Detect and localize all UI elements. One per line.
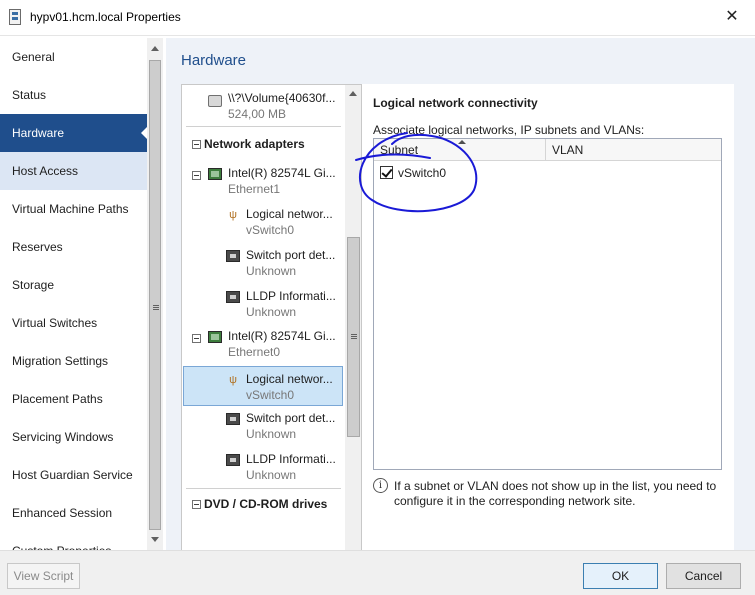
sidebar-item-general[interactable]: General (0, 38, 148, 76)
logical-network-icon: ψ (229, 209, 237, 221)
tree-scrollbar[interactable] (345, 85, 361, 561)
adapter-sub: Ethernet0 (228, 345, 281, 359)
dvd-drives-header[interactable]: DVD / CD-ROM drives (204, 497, 327, 511)
sidebar-item-host-guardian-service[interactable]: Host Guardian Service (0, 456, 148, 494)
tree-item-logical-network[interactable]: ψ Logical networ... vSwitch0 (182, 204, 345, 238)
tree-item-logical-network-selected[interactable]: ψ Logical networ... vSwitch0 (183, 366, 343, 406)
lldp-icon (226, 291, 240, 303)
sidebar-item-migration-settings[interactable]: Migration Settings (0, 342, 148, 380)
disk-icon (208, 95, 222, 107)
column-header-vlan[interactable]: VLAN (546, 139, 721, 161)
scroll-up-icon[interactable] (151, 46, 159, 51)
sidebar-item-custom-properties[interactable]: Custom Properties (0, 532, 148, 550)
row-label: vSwitch0 (398, 166, 447, 180)
tree-item-adapter-ethernet0[interactable]: Intel(R) 82574L Gi... Ethernet0 (182, 326, 345, 360)
hardware-tree: \\?\Volume{40630f... 524,00 MB Network a… (181, 84, 362, 562)
subnet-label: Subnet (380, 143, 419, 157)
tree-item-lldp[interactable]: LLDP Informati... Unknown (182, 286, 345, 320)
vswitch0-checkbox[interactable] (380, 166, 393, 179)
sidebar-item-servicing-windows[interactable]: Servicing Windows (0, 418, 148, 456)
view-script-button[interactable]: View Script (7, 563, 80, 589)
sidebar-item-hardware[interactable]: Hardware (0, 114, 148, 152)
grid-header: Subnet VLAN (374, 139, 721, 161)
volume-size: 524,00 MB (228, 107, 287, 121)
logical-network-grid: Subnet VLAN vSwitch0 (373, 138, 722, 470)
sort-ascending-icon (458, 140, 466, 144)
sidebar-item-status[interactable]: Status (0, 76, 148, 114)
sidebar-item-virtual-machine-paths[interactable]: Virtual Machine Paths (0, 190, 148, 228)
logical-network-sub: vSwitch0 (246, 388, 295, 402)
switch-port-label: Switch port det... (246, 248, 336, 262)
sidebar-item-enhanced-session[interactable]: Enhanced Session (0, 494, 148, 532)
lldp-sub: Unknown (246, 305, 297, 319)
switch-port-icon (226, 250, 240, 262)
lldp-label: LLDP Informati... (246, 289, 336, 303)
volume-path: \\?\Volume{40630f... (228, 91, 336, 105)
grip-icon (351, 334, 357, 335)
info-icon: i (373, 478, 388, 493)
lldp-label: LLDP Informati... (246, 452, 336, 466)
sidebar-item-virtual-switches[interactable]: Virtual Switches (0, 304, 148, 342)
adapter-sub: Ethernet1 (228, 182, 281, 196)
collapse-icon[interactable] (192, 500, 201, 509)
grid-row[interactable]: vSwitch0 (374, 163, 721, 183)
sidebar-item-reserves[interactable]: Reserves (0, 228, 148, 266)
details-panel: Logical network connectivity Associate l… (362, 84, 734, 562)
sidebar-item-storage[interactable]: Storage (0, 266, 148, 304)
network-adapter-icon (208, 331, 222, 343)
sidebar-scrollbar[interactable] (147, 38, 163, 550)
cancel-button[interactable]: Cancel (666, 563, 741, 589)
adapter-name: Intel(R) 82574L Gi... (228, 166, 336, 180)
lldp-sub: Unknown (246, 468, 297, 482)
button-bar: View Script OK Cancel (0, 550, 755, 595)
column-header-subnet[interactable]: Subnet (374, 139, 546, 161)
adapter-name: Intel(R) 82574L Gi... (228, 329, 336, 343)
sidebar: General Status Hardware Host Access Virt… (0, 38, 148, 550)
page-title: Hardware (181, 52, 247, 69)
network-adapters-header[interactable]: Network adapters (204, 137, 305, 151)
switch-port-sub: Unknown (246, 264, 297, 278)
lldp-icon (226, 454, 240, 466)
tree-item-switch-port[interactable]: Switch port det... Unknown (182, 408, 345, 442)
divider (186, 126, 341, 127)
collapse-icon[interactable] (192, 140, 201, 149)
logical-network-label: Logical networ... (246, 372, 333, 386)
ok-button[interactable]: OK (583, 563, 658, 589)
tree-item-switch-port[interactable]: Switch port det... Unknown (182, 245, 345, 279)
network-adapter-icon (208, 168, 222, 180)
switch-port-sub: Unknown (246, 427, 297, 441)
properties-window-icon (9, 9, 21, 25)
scroll-down-icon[interactable] (151, 537, 159, 542)
sidebar-scroll-thumb[interactable] (149, 60, 161, 530)
details-description: Associate logical networks, IP subnets a… (373, 123, 645, 137)
switch-port-icon (226, 413, 240, 425)
grip-icon (153, 305, 159, 306)
title-bar: hypv01.hcm.local Properties ✕ (0, 0, 755, 36)
divider (186, 488, 341, 489)
sidebar-item-host-access[interactable]: Host Access (0, 152, 148, 190)
scroll-up-icon[interactable] (349, 91, 357, 96)
switch-port-label: Switch port det... (246, 411, 336, 425)
sidebar-item-placement-paths[interactable]: Placement Paths (0, 380, 148, 418)
logical-network-sub: vSwitch0 (246, 223, 295, 237)
logical-network-icon: ψ (229, 374, 237, 386)
tree-item-volume[interactable]: \\?\Volume{40630f... 524,00 MB (182, 89, 345, 123)
close-button[interactable]: ✕ (709, 0, 755, 36)
main-panel: Hardware \\?\Volume{40630f... 524,00 MB … (166, 38, 755, 562)
window-title: hypv01.hcm.local Properties (30, 10, 181, 24)
logical-network-label: Logical networ... (246, 207, 333, 221)
details-title: Logical network connectivity (373, 96, 538, 110)
tree-item-adapter-ethernet1[interactable]: Intel(R) 82574L Gi... Ethernet1 (182, 163, 345, 197)
tree-scroll-thumb[interactable] (347, 237, 360, 437)
tree-item-lldp[interactable]: LLDP Informati... Unknown (182, 449, 345, 483)
info-text: If a subnet or VLAN does not show up in … (394, 479, 717, 508)
